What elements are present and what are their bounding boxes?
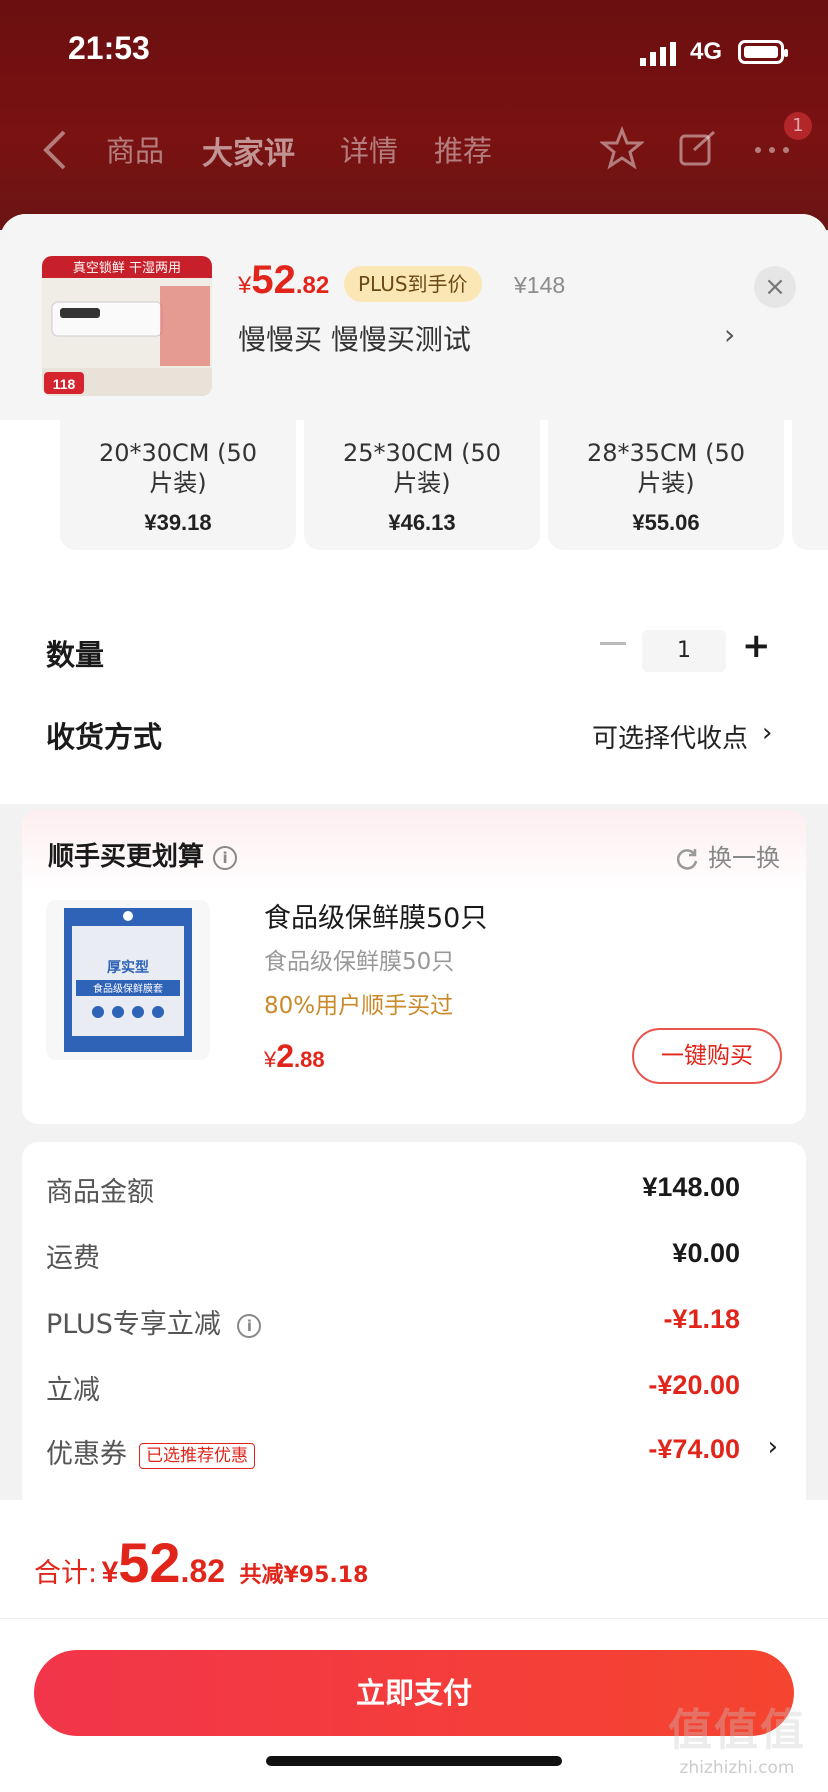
divider [0, 1618, 828, 1619]
addon-card: 顺手买更划算 i 换一换 厚实型 食品级保鲜膜套 食品级保鲜膜50只 食品级保鲜… [22, 810, 806, 1124]
star-icon[interactable] [600, 126, 644, 170]
summary-value: ¥0.00 [672, 1238, 740, 1268]
addon-price-decimal: .88 [294, 1047, 325, 1072]
status-bar: 21:53 4G [0, 0, 828, 100]
sheet-header: 真空锁鲜 干湿两用 118 ¥52.82 PLUS到手价 ¥148 × 慢慢买 … [0, 214, 828, 420]
price-integer: 52 [251, 258, 296, 302]
checkout-footer: 合计: ¥52.82 共减¥95.18 立即支付 值值值 zhizhizhi.c… [0, 1500, 828, 1792]
product-nav-bar: 商品 大家评 详情 推荐 1 [0, 110, 828, 190]
signal-icon [640, 42, 676, 66]
coupon-value[interactable]: -¥74.00 [648, 1434, 740, 1465]
coupon-tag: 已选推荐优惠 [139, 1442, 255, 1469]
coupon-label: 优惠券 [46, 1439, 127, 1470]
plus-price-tag: PLUS到手价 [344, 266, 482, 302]
chevron-right-icon[interactable]: › [724, 318, 735, 351]
total-integer: 52 [118, 1531, 181, 1594]
addon-product-name[interactable]: 食品级保鲜膜50只 [264, 896, 487, 935]
total-saved: 共减¥95.18 [239, 1563, 369, 1588]
info-icon[interactable]: i [237, 1313, 262, 1338]
quantity-plus-button[interactable]: + [742, 626, 771, 666]
size-option-name: 25*30CM (50 [342, 439, 502, 467]
size-option-price: ¥55.06 [632, 510, 700, 535]
summary-value: ¥148.00 [642, 1172, 740, 1202]
summary-label-plus: PLUS专享立减 i [46, 1302, 262, 1341]
price-decimal: .82 [295, 272, 330, 299]
addon-product-subtitle: 食品级保鲜膜50只 [264, 949, 455, 975]
addon-price: ¥2.88 [264, 1038, 325, 1075]
total-decimal: .82 [180, 1553, 226, 1589]
tab-details[interactable]: 详情 [340, 128, 398, 170]
addon-price-symbol: ¥ [264, 1047, 277, 1072]
watermark-logo: 值值值 [668, 1705, 806, 1756]
summary-label: 商品金额 [46, 1177, 154, 1208]
original-price: ¥148 [514, 272, 566, 298]
coupon-row[interactable]: 优惠券 已选推荐优惠 [46, 1432, 255, 1471]
total-symbol: ¥ [101, 1556, 119, 1589]
notification-badge: 1 [784, 112, 812, 140]
product-price: ¥52.82 [238, 258, 329, 303]
home-indicator [266, 1756, 562, 1766]
summary-label-text: PLUS专享立减 [46, 1309, 221, 1340]
chevron-right-icon[interactable]: › [762, 718, 772, 748]
status-time: 21:53 [68, 30, 150, 66]
quantity-label: 数量 [46, 638, 105, 672]
close-button[interactable]: × [754, 266, 796, 308]
size-option[interactable]: 28*35CM (50 片装) ¥55.06 [548, 404, 784, 550]
quantity-minus-button[interactable] [600, 642, 626, 645]
size-option-price: ¥46.13 [388, 510, 456, 535]
addon-price-integer: 2 [276, 1038, 295, 1074]
watermark-url: zhizhizhi.com [679, 1758, 795, 1778]
shipping-method[interactable]: 可选择代收点 [592, 718, 748, 755]
size-option-price: ¥39.18 [144, 510, 212, 535]
price-symbol: ¥ [238, 272, 252, 299]
tab-recommend[interactable]: 推荐 [434, 128, 492, 170]
size-option-name-2: 片装) [149, 469, 207, 497]
watermark: 值值值 zhizhizhi.com [668, 1694, 806, 1778]
battery-icon [738, 40, 788, 64]
summary-value: -¥20.00 [648, 1370, 740, 1400]
size-option-name: 28*35CM (50 [586, 439, 746, 467]
tab-product[interactable]: 商品 [106, 128, 164, 170]
share-icon[interactable] [676, 126, 720, 170]
thumbnail-caption: 真空锁鲜 干湿两用 [73, 260, 181, 276]
order-total: 合计: ¥52.82 共减¥95.18 [34, 1530, 368, 1595]
size-option[interactable]: 20*30CM (50 片装) ¥39.18 [60, 404, 296, 550]
summary-label: 立减 [46, 1375, 100, 1406]
one-click-buy-button[interactable]: 一键购买 [632, 1028, 782, 1084]
refresh-button[interactable]: 换一换 [674, 838, 780, 873]
product-thumbnail: 真空锁鲜 干湿两用 118 [42, 256, 212, 396]
tab-reviews[interactable]: 大家评 [202, 128, 295, 173]
info-icon[interactable]: i [213, 845, 238, 870]
summary-value: -¥1.18 [663, 1304, 740, 1334]
addon-title-text: 顺手买更划算 [48, 842, 205, 872]
selected-spec[interactable]: 慢慢买 慢慢买测试 [238, 318, 471, 358]
size-option-partial[interactable] [792, 404, 828, 550]
back-icon[interactable] [40, 128, 70, 172]
chevron-right-icon[interactable]: › [768, 1432, 778, 1462]
addon-image-text: 厚实型 [107, 959, 149, 976]
purchase-sheet: 真空锁鲜 干湿两用 118 ¥52.82 PLUS到手价 ¥148 × 慢慢买 … [0, 214, 828, 1792]
quantity-stepper[interactable]: 1 [642, 630, 726, 672]
size-option-name-2: 片装) [637, 469, 695, 497]
network-type: 4G [690, 38, 723, 65]
addon-title: 顺手买更划算 i [48, 836, 238, 873]
shipping-label: 收货方式 [46, 720, 163, 754]
addon-bought-percent: 80%用户顺手买过 [264, 993, 454, 1019]
thumbnail-price: 118 [53, 376, 76, 392]
addon-product-image[interactable]: 厚实型 食品级保鲜膜套 [46, 900, 210, 1060]
size-option-name: 20*30CM (50 [98, 439, 258, 467]
size-option[interactable]: 25*30CM (50 片装) ¥46.13 [304, 404, 540, 550]
total-label: 合计: [34, 1558, 98, 1589]
addon-image-text-2: 食品级保鲜膜套 [93, 982, 163, 995]
refresh-icon [677, 849, 698, 870]
summary-label: 运费 [46, 1243, 100, 1274]
refresh-label: 换一换 [708, 844, 780, 872]
size-option-name-2: 片装) [393, 469, 451, 497]
